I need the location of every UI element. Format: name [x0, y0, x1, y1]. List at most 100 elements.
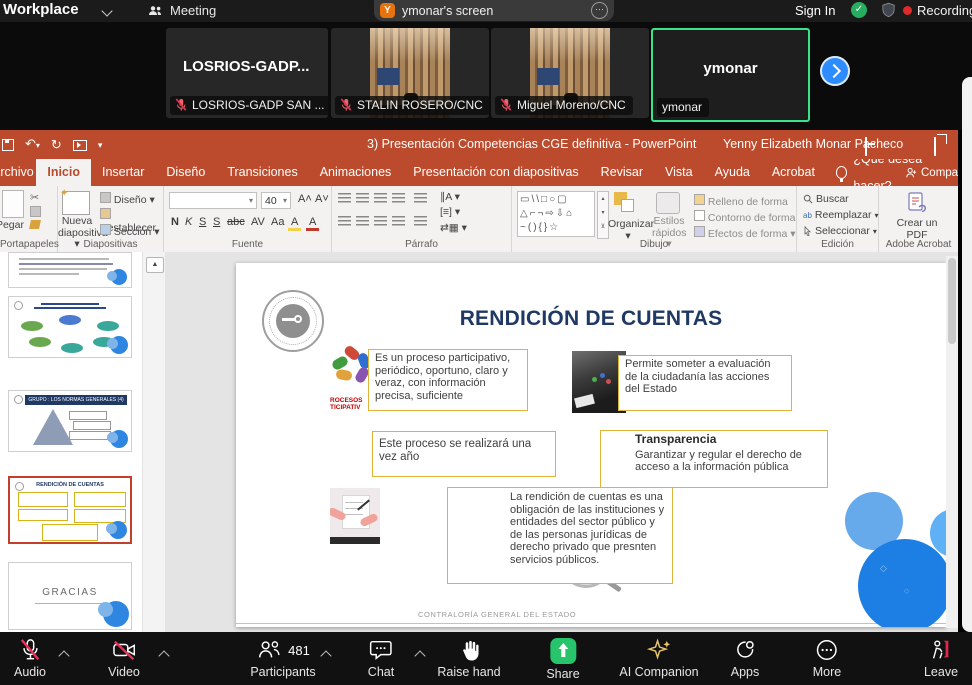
scrollbar-thumb[interactable]: [948, 258, 956, 344]
raise-hand-button[interactable]: Raise hand: [437, 638, 500, 679]
double-underline-button[interactable]: S: [210, 216, 223, 228]
align-text-icon[interactable]: [≡] ▾: [440, 206, 460, 218]
tab-transiciones[interactable]: Transiciones: [216, 159, 308, 186]
create-pdf-button[interactable]: Crear un PDF: [893, 217, 941, 241]
font-name-combo[interactable]: ▾: [169, 192, 257, 209]
audio-options-chevron[interactable]: [58, 650, 69, 661]
customize-qat-icon[interactable]: ▾: [98, 136, 103, 154]
ai-companion-button[interactable]: AI Companion: [619, 638, 698, 679]
indent-increase-icon[interactable]: [392, 193, 405, 204]
smartart-convert-icon[interactable]: ⇄▦ ▾: [440, 222, 467, 234]
tab-diseno[interactable]: Diseño: [155, 159, 216, 186]
next-participants-button[interactable]: [820, 56, 850, 86]
more-button[interactable]: More: [813, 638, 841, 679]
align-center-icon[interactable]: [356, 216, 369, 227]
once-a-year-text-box[interactable]: Este proceso se realizará una vez año: [372, 431, 556, 477]
slide-title[interactable]: RENDICIÓN DE CUENTAS: [236, 307, 946, 331]
slide-thumbnail-1[interactable]: [8, 252, 132, 288]
tab-presentacion[interactable]: Presentación con diapositivas: [402, 159, 589, 186]
slide-canvas[interactable]: RENDICIÓN DE CUENTAS ROCESOSTICIPATIV Es…: [236, 263, 946, 627]
tab-animaciones[interactable]: Animaciones: [309, 159, 403, 186]
find-button[interactable]: Buscar: [803, 193, 849, 205]
font-color-button[interactable]: A: [306, 216, 319, 231]
restore-icon[interactable]: [934, 138, 936, 156]
justify-icon[interactable]: [392, 216, 405, 227]
text-direction-icon[interactable]: ∥A ▾: [440, 191, 460, 203]
slide-thumbnail-2[interactable]: [8, 296, 132, 358]
tab-inicio[interactable]: Inicio: [36, 159, 91, 186]
select-button[interactable]: Seleccionar ▾: [803, 225, 877, 237]
sign-in-button[interactable]: Sign In: [795, 3, 835, 18]
apps-button[interactable]: Apps: [731, 638, 760, 679]
workspace-menu[interactable]: Workplace: [3, 1, 79, 18]
participant-tile[interactable]: LOSRIOS-GADP... LOSRIOS-GADP SAN ...: [166, 28, 328, 118]
strikethrough-button[interactable]: abc: [224, 216, 248, 228]
participant-tile[interactable]: STALIN ROSERO/CNC: [331, 28, 489, 118]
video-options-chevron[interactable]: [158, 650, 169, 661]
numbering-icon[interactable]: [356, 193, 369, 204]
shapes-gallery[interactable]: ▭\\□○▢ △⌐¬⇨⇩⌂ ~(){}☆: [517, 191, 595, 237]
undo-icon[interactable]: ↶▾: [25, 135, 40, 155]
replace-button[interactable]: ab Reemplazar ▾: [803, 209, 879, 221]
ribbon-display-options-icon[interactable]: [865, 138, 867, 156]
format-painter-icon[interactable]: [29, 220, 41, 229]
indent-decrease-icon[interactable]: [374, 193, 387, 204]
evaluation-text-box[interactable]: Permite someter a evaluación de la ciuda…: [618, 355, 792, 411]
line-spacing-icon[interactable]: [414, 193, 427, 204]
transparency-text-box[interactable]: Transparencia Garantizar y regular el de…: [600, 430, 828, 488]
participant-tile[interactable]: Miguel Moreno/CNC: [491, 28, 649, 118]
paste-icon[interactable]: [2, 190, 24, 218]
process-text-box[interactable]: Es un proceso participativo, periódico, …: [368, 349, 528, 411]
participant-tile-active-speaker[interactable]: ymonar ymonar: [651, 28, 810, 122]
obligation-text-box[interactable]: La rendición de cuentas es una obligació…: [447, 487, 673, 584]
tab-vista[interactable]: Vista: [654, 159, 704, 186]
align-right-icon[interactable]: [374, 216, 387, 227]
share-screen-button[interactable]: Share: [546, 638, 579, 681]
bullets-icon[interactable]: [338, 193, 351, 204]
align-left-icon[interactable]: [338, 216, 351, 227]
leave-button[interactable]: Leave: [924, 638, 958, 679]
shrink-font-button[interactable]: A˅: [312, 193, 332, 205]
font-size-combo[interactable]: 40▾: [261, 192, 291, 209]
change-case-button[interactable]: Aa: [268, 216, 287, 228]
shared-screen-pill[interactable]: Y ymonar's screen ⋯: [374, 0, 614, 21]
bold-button[interactable]: N: [168, 216, 182, 228]
tab-revisar[interactable]: Revisar: [590, 159, 654, 186]
columns-icon[interactable]: [414, 216, 427, 227]
character-spacing-button[interactable]: AV: [248, 216, 268, 228]
meeting-tab[interactable]: Meeting: [148, 3, 216, 18]
participants-button[interactable]: 481 Participants: [250, 638, 315, 679]
writing-image[interactable]: [330, 488, 380, 544]
share-button[interactable]: Compartir: [905, 159, 958, 186]
tab-archivo[interactable]: Archivo: [0, 165, 36, 179]
scroll-up-button[interactable]: ▲: [146, 257, 164, 273]
chat-options-chevron[interactable]: [414, 650, 425, 661]
security-shield-icon[interactable]: [880, 1, 897, 24]
recording-indicator[interactable]: Recording: [903, 3, 972, 18]
shape-effects-button[interactable]: Efectos de forma ▾: [694, 226, 796, 240]
tab-acrobat[interactable]: Acrobat: [761, 159, 826, 186]
highlight-button[interactable]: A: [288, 216, 301, 231]
collapsed-side-panel[interactable]: [962, 77, 972, 632]
redo-icon[interactable]: ↻: [51, 136, 62, 154]
layout-button[interactable]: Diseño ▾: [100, 192, 155, 206]
copy-icon[interactable]: [30, 206, 41, 217]
participants-options-chevron[interactable]: [320, 650, 331, 661]
section-button[interactable]: Sección ▾: [100, 224, 159, 238]
slide-area-scrollbar[interactable]: [946, 256, 958, 628]
save-icon[interactable]: [2, 139, 14, 151]
thumbnail-scrollbar[interactable]: ▲: [142, 252, 165, 632]
audio-button[interactable]: Audio: [14, 638, 46, 679]
chat-button[interactable]: Chat: [368, 638, 394, 679]
slide-thumbnail-3[interactable]: GRUPO : LOS NORMAS GENERALES (4): [8, 390, 132, 452]
tab-insertar[interactable]: Insertar: [91, 159, 155, 186]
slide-thumbnail-4-selected[interactable]: RENDICIÓN DE CUENTAS: [8, 476, 132, 544]
workspace-chevron-icon[interactable]: [101, 5, 112, 16]
italic-button[interactable]: K: [182, 216, 195, 228]
slide-thumbnail-5[interactable]: GRACIAS: [8, 562, 132, 630]
underline-button[interactable]: S: [196, 216, 209, 228]
tab-ayuda[interactable]: Ayuda: [704, 159, 761, 186]
start-slideshow-icon[interactable]: [73, 140, 87, 151]
cut-icon[interactable]: ✂: [30, 191, 39, 204]
screen-options-icon[interactable]: ⋯: [591, 2, 608, 19]
